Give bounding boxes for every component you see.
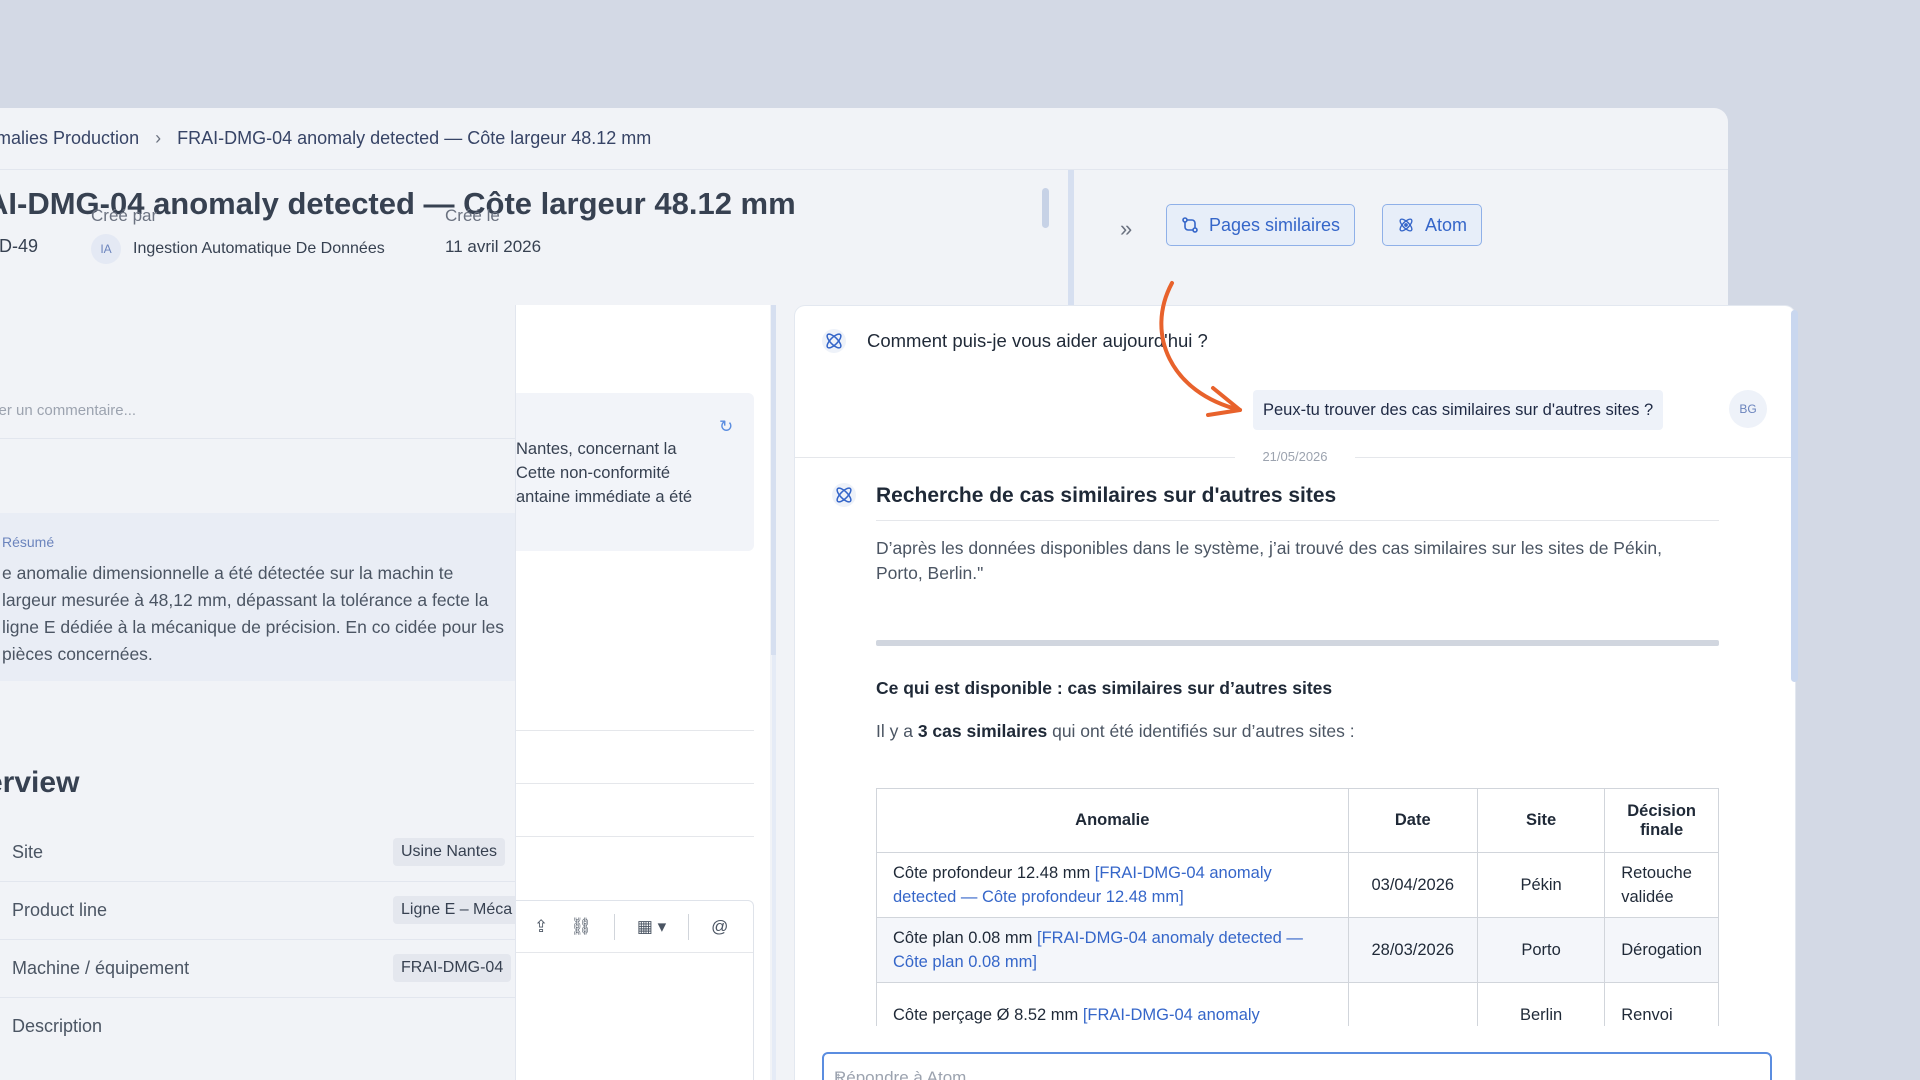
divider bbox=[0, 438, 520, 439]
atom-icon bbox=[832, 483, 856, 507]
column-header: Site bbox=[1476, 788, 1606, 853]
intro-suffix: qui ont été identifiés sur d’autres site… bbox=[1047, 721, 1355, 741]
card-text-line: Nantes, concernant la bbox=[516, 440, 677, 458]
overview-row-site: Site Usine Nantes bbox=[0, 824, 520, 882]
table-header-row: Anomalie Date Site Décision finale bbox=[876, 788, 1719, 853]
toolbar-separator bbox=[688, 913, 690, 940]
anomaly-link[interactable]: [FRAI-DMG-04 anomaly bbox=[1083, 1006, 1260, 1024]
overview-row-description: Description bbox=[0, 998, 520, 1056]
anomaly-text: Côte plan 0.08 mm bbox=[893, 929, 1037, 947]
created-by: IA Ingestion Automatique De Données bbox=[91, 234, 385, 264]
compare-icon bbox=[1182, 217, 1198, 233]
atom-button[interactable]: Atom bbox=[1382, 204, 1483, 246]
scrollbar-thumb[interactable] bbox=[1042, 188, 1049, 228]
date-cell: 03/04/2026 bbox=[1347, 852, 1478, 918]
scrollbar-thumb[interactable] bbox=[771, 305, 776, 655]
intro-prefix: Il y a bbox=[876, 721, 918, 741]
editor-toolbar: ⇪ ⛓ ▦ ▾ @ bbox=[516, 901, 753, 953]
summary-text: e anomalie dimensionnelle a été détectée… bbox=[2, 563, 504, 664]
created-on: 11 avril 2026 bbox=[445, 237, 542, 256]
site-cell: Porto bbox=[1476, 917, 1606, 983]
table-icon[interactable]: ▦ ▾ bbox=[637, 917, 666, 937]
comment-editor[interactable]: ⇪ ⛓ ▦ ▾ @ bbox=[516, 900, 754, 1080]
mention-icon[interactable]: @ bbox=[711, 917, 728, 937]
intro-text: Il y a 3 cas similaires qui ont été iden… bbox=[876, 721, 1355, 742]
overview-row-product-line: Product line Ligne E – Méca bbox=[0, 882, 521, 940]
similar-pages-button[interactable]: Pages similaires bbox=[1166, 204, 1356, 246]
table-row: Côte profondeur 12.48 mm [FRAI-DMG-04 an… bbox=[876, 852, 1719, 918]
table-row: Côte plan 0.08 mm [FRAI-DMG-04 anomaly d… bbox=[876, 917, 1719, 983]
breadcrumb-parent[interactable]: omalies Production bbox=[0, 128, 139, 149]
scrollbar-thumb[interactable] bbox=[1791, 310, 1798, 682]
avatar: IA bbox=[91, 234, 121, 264]
anomaly-cell: Côte profondeur 12.48 mm [FRAI-DMG-04 an… bbox=[876, 852, 1349, 918]
section-title: Ce qui est disponible : cas similaires s… bbox=[876, 678, 1333, 698]
overview-key: Description bbox=[12, 1016, 103, 1036]
created-on-label: Créé le bbox=[445, 206, 500, 225]
answer-paragraph: D’après les données disponibles dans le … bbox=[876, 538, 1662, 583]
link-icon[interactable]: ⛓ bbox=[570, 917, 592, 937]
divider bbox=[516, 730, 754, 731]
site-cell: Pékin bbox=[1476, 852, 1606, 918]
double-chevron-right-icon[interactable]: » bbox=[1120, 216, 1132, 242]
refresh-icon[interactable]: ↻ bbox=[719, 417, 733, 437]
overview-row-machine: Machine / équipement FRAI-DMG-04 bbox=[0, 940, 520, 998]
atom-chat-panel: Comment puis-je vous aider aujourd'hui ?… bbox=[795, 306, 1795, 1080]
overview-value[interactable]: Ligne E – Méca bbox=[393, 896, 521, 924]
similar-cases-table: Anomalie Date Site Décision finale Côte … bbox=[876, 788, 1719, 1047]
intro-count: 3 cas similaires bbox=[917, 721, 1048, 741]
atom-label: Atom bbox=[1425, 214, 1468, 235]
overview-key: Machine / équipement bbox=[12, 958, 190, 978]
annotation-arrow-icon bbox=[1159, 281, 1242, 417]
decision-cell: Retouche validée bbox=[1604, 852, 1719, 918]
similar-pages-label: Pages similaires bbox=[1209, 214, 1341, 235]
overview-value[interactable]: FRAI-DMG-04 bbox=[393, 954, 512, 982]
column-header: Date bbox=[1347, 788, 1478, 853]
divider bbox=[876, 520, 1719, 521]
avatar: BG bbox=[1729, 390, 1767, 428]
breadcrumb-current[interactable]: FRAI-DMG-04 anomaly detected — Côte larg… bbox=[177, 128, 651, 149]
toolbar-separator bbox=[613, 913, 615, 940]
overview-key: Site bbox=[12, 842, 44, 862]
overview-key: Product line bbox=[12, 900, 108, 920]
created-by-name: Ingestion Automatique De Données bbox=[133, 240, 385, 257]
card-text-line: antaine immédiate a été bbox=[516, 488, 693, 506]
user-message: Peux-tu trouver des cas similaires sur d… bbox=[1253, 390, 1664, 430]
comments-panel: ↻ Nantes, concernant la Cette non-confor… bbox=[515, 305, 770, 1080]
overview-value[interactable]: Usine Nantes bbox=[393, 838, 506, 866]
document-id: DD-49 bbox=[0, 236, 39, 256]
decision-cell: Dérogation bbox=[1604, 917, 1719, 983]
created-by-label: Créé par bbox=[91, 206, 158, 225]
divider bbox=[876, 640, 1719, 646]
date-cell: 28/03/2026 bbox=[1347, 917, 1478, 983]
date-separator: 21/05/2026 bbox=[795, 449, 1795, 464]
overview-title: erview bbox=[0, 766, 80, 799]
atom-icon bbox=[822, 329, 846, 353]
answer-title: Recherche de cas similaires sur d'autres… bbox=[876, 484, 1337, 507]
breadcrumb-separator: › bbox=[155, 128, 162, 148]
chat-input[interactable]: Répondre à Atom ↑ bbox=[822, 1052, 1772, 1080]
anomaly-cell: Côte plan 0.08 mm [FRAI-DMG-04 anomaly d… bbox=[876, 917, 1349, 983]
divider bbox=[516, 836, 754, 837]
atom-icon bbox=[1399, 218, 1413, 232]
comment-input[interactable]: uter un commentaire... bbox=[0, 402, 136, 419]
card-text-line: Cette non-conformité bbox=[516, 464, 671, 482]
anomaly-text: Côte perçage Ø 8.52 mm bbox=[893, 1005, 1083, 1024]
divider bbox=[516, 783, 754, 784]
anomaly-text: Côte profondeur 12.48 mm bbox=[893, 864, 1095, 882]
send-icon[interactable]: ↑ bbox=[834, 1068, 1756, 1080]
scroll-fade bbox=[795, 1026, 1795, 1052]
column-header: Décision finale bbox=[1604, 788, 1719, 853]
upload-icon[interactable]: ⇪ bbox=[534, 917, 548, 937]
breadcrumb: omalies Production › FRAI-DMG-04 anomaly… bbox=[0, 108, 1728, 170]
summary-label: Résumé bbox=[2, 534, 55, 550]
column-header: Anomalie bbox=[876, 788, 1349, 853]
